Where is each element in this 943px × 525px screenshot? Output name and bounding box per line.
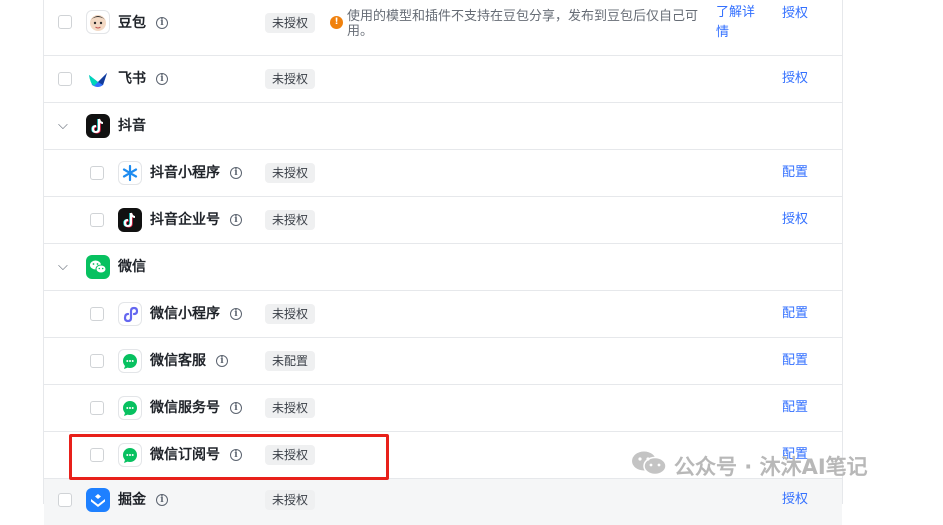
highlight-box [69, 434, 389, 480]
wechat-logo-icon [86, 255, 110, 279]
feishu-status-badge: 未授权 [265, 69, 316, 89]
juejin-checkbox[interactable] [58, 493, 72, 507]
juejin-authorize-link[interactable]: 授权 [782, 492, 808, 508]
wechat-mini-status-badge: 未授权 [265, 304, 316, 324]
douyin-logo-icon [86, 114, 110, 138]
wechat-mini-name: 微信小程序 [150, 306, 220, 322]
douyin-mini-configure-link[interactable]: 配置 [782, 165, 808, 181]
wechat-cs-configure-link[interactable]: 配置 [782, 353, 808, 369]
publish-channel-panel: 豆包 i 未授权 ! 使用的模型和插件不支持在豆包分享，发布到豆包后仅自己可用。… [43, 0, 843, 525]
wechat-mini-checkbox[interactable] [90, 307, 104, 321]
douyin-biz-name: 抖音企业号 [150, 212, 220, 228]
doubao-logo-icon [86, 10, 110, 34]
douyin-mini-info-icon[interactable]: i [230, 167, 242, 179]
channel-group-wechat[interactable]: ⌵ 微信 [44, 244, 842, 291]
wechat-cs-name: 微信客服 [150, 353, 206, 369]
channel-row-feishu: 飞书 i 未授权 授权 [44, 56, 842, 103]
wechat-service-name: 微信服务号 [150, 400, 220, 416]
juejin-name: 掘金 [118, 492, 146, 508]
wechat-service-status-badge: 未授权 [265, 398, 316, 418]
channel-group-douyin[interactable]: ⌵ 抖音 [44, 103, 842, 150]
wechat-mini-configure-link[interactable]: 配置 [782, 306, 808, 322]
douyin-collapse-chevron-icon[interactable]: ⌵ [58, 119, 68, 133]
douyin-biz-status-badge: 未授权 [265, 210, 316, 230]
douyin-mini-checkbox[interactable] [90, 166, 104, 180]
channel-row-wechat-service: 微信服务号 i 未授权 配置 [44, 385, 842, 432]
wechat-service-checkbox[interactable] [90, 401, 104, 415]
douyin-group-name: 抖音 [118, 118, 146, 134]
channel-row-douyin-biz: 抖音企业号 i 未授权 授权 [44, 197, 842, 244]
wechat-cs-status-badge: 未配置 [265, 351, 316, 371]
doubao-status-badge: 未授权 [265, 13, 316, 33]
feishu-info-icon[interactable]: i [156, 73, 168, 85]
juejin-status-badge: 未授权 [265, 490, 316, 510]
douyin-biz-logo-icon [118, 208, 142, 232]
doubao-warning-text: 使用的模型和插件不支持在豆包分享，发布到豆包后仅自己可用。 [347, 9, 699, 39]
douyin-mini-logo-icon [118, 161, 142, 185]
wechat-group-name: 微信 [118, 259, 146, 275]
doubao-warning-icon: ! [330, 16, 343, 29]
douyin-biz-checkbox[interactable] [90, 213, 104, 227]
channel-row-juejin: 掘金 i 未授权 授权 [44, 479, 842, 525]
doubao-name: 豆包 [118, 15, 146, 31]
doubao-checkbox[interactable] [58, 15, 72, 29]
douyin-biz-authorize-link[interactable]: 授权 [782, 212, 808, 228]
watermark-text: 公众号 · 沐沐AI笔记 [674, 455, 868, 479]
wechat-service-configure-link[interactable]: 配置 [782, 400, 808, 416]
wechat-mini-info-icon[interactable]: i [230, 308, 242, 320]
juejin-info-icon[interactable]: i [156, 494, 168, 506]
watermark-wechat-icon [630, 450, 668, 484]
douyin-mini-name: 抖音小程序 [150, 165, 220, 181]
wechat-mini-logo-icon [118, 302, 142, 326]
wechat-collapse-chevron-icon[interactable]: ⌵ [58, 260, 68, 274]
wechat-cs-logo-icon [118, 349, 142, 373]
wechat-service-info-icon[interactable]: i [230, 402, 242, 414]
douyin-mini-status-badge: 未授权 [265, 163, 316, 183]
doubao-info-icon[interactable]: i [156, 17, 168, 29]
channel-row-wechat-cs: 微信客服 i 未配置 配置 [44, 338, 842, 385]
feishu-name: 飞书 [118, 71, 146, 87]
channel-row-wechat-mini: 微信小程序 i 未授权 配置 [44, 291, 842, 338]
douyin-biz-info-icon[interactable]: i [230, 214, 242, 226]
doubao-learn-more-link[interactable]: 了解详情 [716, 3, 766, 43]
feishu-authorize-link[interactable]: 授权 [782, 71, 808, 87]
wechat-cs-info-icon[interactable]: i [216, 355, 228, 367]
channel-row-douyin-mini: 抖音小程序 i 未授权 配置 [44, 150, 842, 197]
feishu-checkbox[interactable] [58, 72, 72, 86]
wechat-cs-checkbox[interactable] [90, 354, 104, 368]
juejin-logo-icon [86, 488, 110, 512]
feishu-logo-icon [86, 67, 110, 91]
watermark: 公众号 · 沐沐AI笔记 [630, 450, 868, 484]
channel-row-doubao: 豆包 i 未授权 ! 使用的模型和插件不支持在豆包分享，发布到豆包后仅自己可用。… [44, 0, 842, 56]
doubao-authorize-link[interactable]: 授权 [782, 6, 808, 22]
wechat-service-logo-icon [118, 396, 142, 420]
